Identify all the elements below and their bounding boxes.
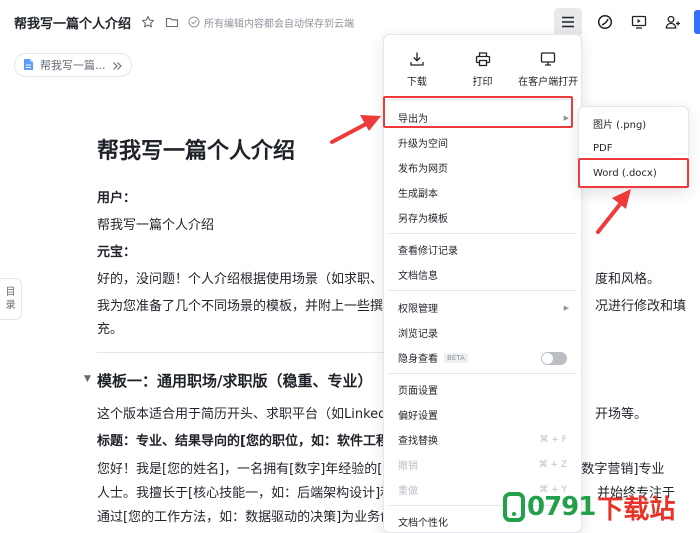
watermark-number: 0791 — [527, 492, 596, 522]
annotation-arrows — [330, 115, 631, 234]
arrow-to-export — [330, 115, 381, 144]
watermark-phone-logo-icon — [503, 492, 525, 522]
watermark-text: 下载站 — [597, 494, 676, 525]
arrow-to-word — [596, 189, 631, 234]
site-watermark: 0791 下载站 — [503, 489, 675, 525]
